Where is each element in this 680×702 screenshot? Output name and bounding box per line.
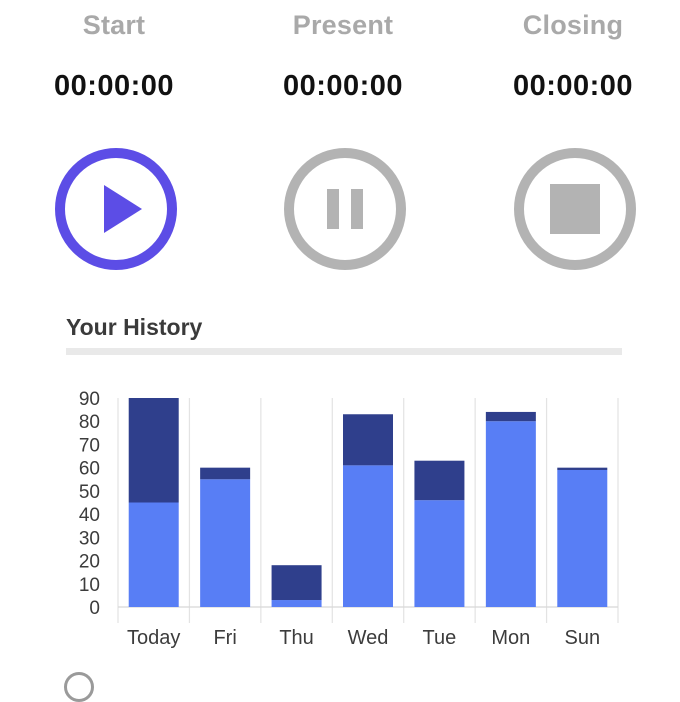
bar-mon-segment-1 bbox=[485, 421, 536, 607]
x-tick-label: Thu bbox=[279, 627, 313, 649]
bar-thu-segment-1 bbox=[271, 600, 322, 607]
stop-icon bbox=[514, 148, 636, 270]
bar-fri-segment-1 bbox=[200, 479, 251, 607]
y-tick-label: 20 bbox=[79, 552, 100, 573]
stop-button[interactable] bbox=[513, 147, 637, 271]
pause-button[interactable] bbox=[283, 147, 407, 271]
history-chart: 01020 30405060 708090 Today Fri Thu Wed Tue Mon S… bbox=[79, 389, 619, 649]
bar-today-segment-2 bbox=[128, 398, 179, 503]
bar-tue-segment-1 bbox=[414, 500, 465, 607]
y-tick-label: 70 bbox=[79, 435, 100, 456]
bar-sun-segment-2 bbox=[557, 467, 608, 470]
x-tick-label: Today bbox=[127, 627, 180, 649]
bar-today-segment-1 bbox=[128, 502, 179, 607]
y-tick-label: 60 bbox=[79, 459, 100, 480]
timer-present-label: Present bbox=[292, 10, 394, 40]
y-tick-label: 40 bbox=[79, 505, 100, 526]
y-tick-label: 90 bbox=[79, 389, 100, 410]
history-title: Your History bbox=[66, 314, 203, 340]
x-tick-label: Tue bbox=[423, 627, 457, 649]
y-tick-label: 0 bbox=[89, 598, 100, 619]
history-divider bbox=[66, 348, 622, 355]
bar-wed-segment-2 bbox=[343, 414, 393, 466]
x-tick-label: Wed bbox=[348, 627, 389, 649]
x-tick-label: Mon bbox=[491, 627, 530, 649]
x-tick-label: Fri bbox=[213, 627, 236, 649]
timer-start-time: 00:00:00 bbox=[53, 70, 175, 102]
bar-tue-segment-2 bbox=[414, 460, 465, 501]
timer-present-time: 00:00:00 bbox=[282, 70, 404, 102]
bar-wed-segment-1 bbox=[343, 465, 393, 607]
x-tick-label: Sun bbox=[564, 627, 600, 649]
y-tick-label: 30 bbox=[79, 528, 100, 549]
y-tick-label: 50 bbox=[79, 482, 100, 503]
bar-fri-segment-2 bbox=[200, 467, 251, 480]
play-icon bbox=[55, 148, 177, 270]
bar-mon-segment-2 bbox=[485, 411, 536, 422]
timer-closing-time: 00:00:00 bbox=[512, 70, 634, 102]
legend-icon bbox=[64, 672, 94, 702]
bar-sun-segment-1 bbox=[557, 469, 608, 607]
play-button[interactable] bbox=[54, 147, 178, 271]
pause-icon bbox=[284, 148, 406, 270]
timer-start-label: Start bbox=[82, 10, 146, 40]
timer-closing-label: Closing bbox=[522, 10, 624, 40]
bar-thu-segment-2 bbox=[271, 565, 322, 601]
y-tick-label: 80 bbox=[79, 412, 100, 433]
y-tick-label: 10 bbox=[79, 575, 100, 596]
